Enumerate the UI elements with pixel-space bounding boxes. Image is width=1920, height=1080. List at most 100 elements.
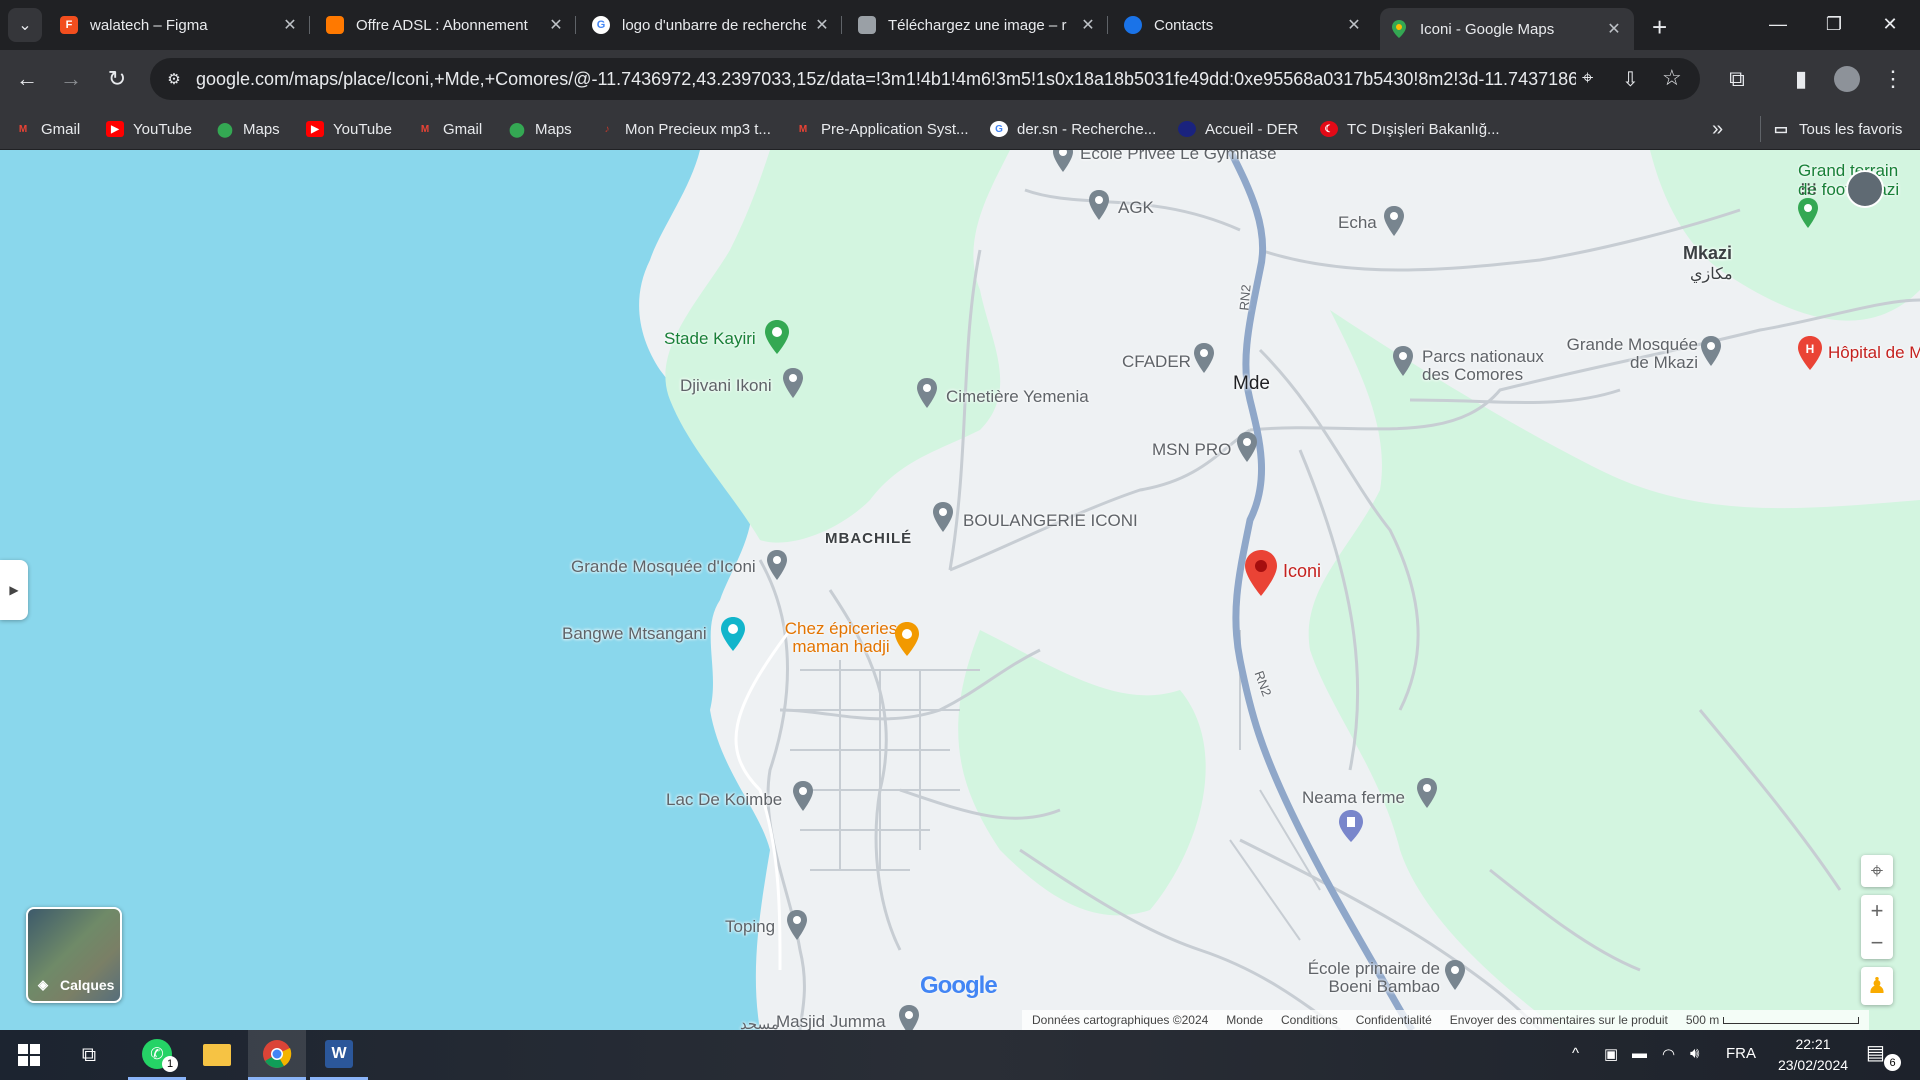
my-location-button[interactable]: ⌖ xyxy=(1861,855,1893,887)
place-label[interactable]: Masjid Jumma xyxy=(776,1012,886,1030)
bookmark-tc-disisleri[interactable]: ☾ TC Dışişleri Bakanlığ... xyxy=(1320,118,1500,140)
place-label[interactable]: Hôpital de M xyxy=(1828,343,1920,363)
start-button[interactable] xyxy=(0,1030,58,1080)
place-pin-icon[interactable] xyxy=(1236,432,1258,462)
place-label[interactable]: Parcs nationaux des Comores xyxy=(1422,348,1572,384)
place-label[interactable]: Echa xyxy=(1338,213,1377,233)
place-label[interactable]: Chez épiceries maman hadji xyxy=(776,620,906,656)
tab-contacts[interactable]: Contacts ✕ xyxy=(1114,8,1374,42)
bookmark-accueil-der[interactable]: Accueil - DER xyxy=(1178,118,1298,140)
privacy-link[interactable]: Confidentialité xyxy=(1356,1013,1432,1027)
place-label[interactable]: Neama ferme xyxy=(1302,788,1405,808)
place-label[interactable]: MSN PRO xyxy=(1152,440,1231,460)
new-tab-button[interactable]: + xyxy=(1652,12,1667,43)
file-explorer-button[interactable] xyxy=(188,1030,246,1080)
tab-google-maps[interactable]: Iconi - Google Maps ✕ xyxy=(1380,8,1634,50)
locality-label[interactable]: Mkazi xyxy=(1683,243,1732,264)
place-label[interactable]: AGK xyxy=(1118,198,1154,218)
all-bookmarks-button[interactable]: ▭ Tous les favoris xyxy=(1772,118,1902,140)
selected-location-pin-icon[interactable] xyxy=(1244,550,1278,596)
battery-icon[interactable]: ▬ xyxy=(1632,1045,1647,1062)
url-text[interactable]: google.com/maps/place/Iconi,+Mde,+Comore… xyxy=(196,69,1576,90)
bookmark-pre-application[interactable]: M Pre-Application Syst... xyxy=(794,118,969,140)
reload-button[interactable]: ↻ xyxy=(102,64,132,94)
close-icon[interactable]: ✕ xyxy=(1604,19,1624,39)
place-label[interactable]: Toping xyxy=(725,917,775,937)
world-link[interactable]: Monde xyxy=(1226,1013,1263,1027)
beach-pin-icon[interactable] xyxy=(720,617,746,651)
chrome-menu-button[interactable]: ⋮ xyxy=(1878,64,1908,94)
place-label[interactable]: Lac De Koimbe xyxy=(666,790,782,810)
museum-pin-icon[interactable] xyxy=(786,910,808,940)
close-icon[interactable]: ✕ xyxy=(1078,15,1098,35)
mosque-pin-icon[interactable] xyxy=(898,1005,920,1030)
close-icon[interactable]: ✕ xyxy=(546,15,566,35)
place-pin-icon[interactable] xyxy=(1416,778,1438,808)
place-label[interactable]: Grande Mosquée de Mkazi xyxy=(1556,336,1698,372)
stadium-pin-icon[interactable] xyxy=(1797,198,1819,228)
gas-station-pin-icon[interactable] xyxy=(1338,810,1364,842)
place-label[interactable]: Grande Mosquée d'Iconi xyxy=(571,557,756,577)
locality-label[interactable]: MBACHILÉ xyxy=(825,530,912,547)
forward-button[interactable]: → xyxy=(56,64,86,94)
language-indicator[interactable]: FRA xyxy=(1726,1045,1756,1062)
bookmark-der-search[interactable]: Gder.sn - Recherche... xyxy=(990,118,1156,140)
clock[interactable]: 22:21 23/02/2024 xyxy=(1768,1034,1858,1076)
location-pin-icon[interactable]: ⌖ xyxy=(1582,67,1593,90)
mosque-pin-icon[interactable] xyxy=(766,550,788,580)
apps-grid-icon[interactable]: ⁝⁝⁝ xyxy=(1800,180,1818,198)
feedback-link[interactable]: Envoyer des commentaires sur le produit xyxy=(1450,1013,1668,1027)
place-label[interactable]: Djivani Ikoni xyxy=(680,376,772,396)
place-label[interactable]: CFADER xyxy=(1122,352,1191,372)
bakery-pin-icon[interactable] xyxy=(932,502,954,532)
place-label[interactable]: École primaire de Boeni Bambao xyxy=(1300,960,1440,996)
word-taskbar-button[interactable]: W xyxy=(310,1030,368,1080)
bookmark-mp3[interactable]: ♪ Mon Precieux mp3 t... xyxy=(598,118,771,140)
profile-button[interactable] xyxy=(1832,64,1862,94)
locality-label[interactable]: Mde xyxy=(1233,373,1270,395)
zoom-out-button[interactable]: − xyxy=(1871,927,1884,959)
bookmark-gmail[interactable]: M Gmail xyxy=(14,118,80,140)
side-panel-button[interactable]: ▮ xyxy=(1786,64,1816,94)
place-pin-icon[interactable] xyxy=(782,368,804,398)
bookmark-star-icon[interactable]: ☆ xyxy=(1662,65,1682,91)
mosque-pin-icon[interactable] xyxy=(1700,336,1722,366)
bookmark-gmail[interactable]: M Gmail xyxy=(416,118,482,140)
close-window-button[interactable]: ✕ xyxy=(1868,6,1912,42)
chrome-taskbar-button[interactable] xyxy=(248,1030,306,1080)
restore-button[interactable]: ❐ xyxy=(1812,6,1856,42)
notification-center-button[interactable]: ▤ 6 xyxy=(1866,1040,1906,1071)
bookmark-maps[interactable]: ⬤ Maps xyxy=(508,118,572,140)
site-info-icon[interactable]: ⚙ xyxy=(162,67,186,91)
place-pin-icon[interactable] xyxy=(1383,206,1405,236)
place-label[interactable]: Ecole Privée Le Gymnase xyxy=(1080,150,1277,164)
whatsapp-taskbar-button[interactable]: ✆ 1 xyxy=(128,1030,186,1080)
tab-logo-search[interactable]: G logo d'unbarre de recherche ✕ xyxy=(582,8,842,42)
restaurant-pin-icon[interactable] xyxy=(894,622,920,656)
tab-offre-adsl[interactable]: Offre ADSL : Abonnement ✕ xyxy=(316,8,576,42)
stadium-pin-icon[interactable] xyxy=(763,320,791,354)
place-label[interactable]: Cimetière Yemenia xyxy=(946,387,1089,407)
park-pin-icon[interactable] xyxy=(1392,346,1414,376)
volume-icon[interactable]: 🔊︎ xyxy=(1690,1045,1699,1062)
map-canvas[interactable]: Ecole Privée Le Gymnase AGK Echa Mkazi م… xyxy=(0,150,1920,1030)
place-label[interactable]: BOULANGERIE ICONI xyxy=(963,511,1138,531)
tab-telechargez[interactable]: Téléchargez une image – r ✕ xyxy=(848,8,1108,42)
place-label[interactable]: Stade Kayiri xyxy=(664,329,756,349)
meet-now-icon[interactable]: ▣ xyxy=(1604,1045,1618,1063)
close-icon[interactable]: ✕ xyxy=(1344,15,1364,35)
close-icon[interactable]: ✕ xyxy=(812,15,832,35)
hospital-pin-icon[interactable]: H xyxy=(1797,336,1823,370)
layers-button[interactable]: ◈ Calques xyxy=(26,907,122,1003)
tab-figma[interactable]: F walatech – Figma ✕ xyxy=(50,8,310,42)
place-pin-icon[interactable] xyxy=(1193,343,1215,373)
close-icon[interactable]: ✕ xyxy=(280,15,300,35)
show-hidden-icons-button[interactable]: ^ xyxy=(1572,1045,1579,1062)
scale-bar[interactable]: 500 m xyxy=(1686,1013,1860,1027)
install-app-icon[interactable]: ⇩ xyxy=(1622,67,1639,92)
place-pin-icon[interactable] xyxy=(792,781,814,811)
more-bookmarks-button[interactable]: » xyxy=(1712,118,1723,140)
street-view-pegman-button[interactable]: ♟ xyxy=(1861,967,1893,1005)
bookmark-youtube[interactable]: ▶ YouTube xyxy=(106,118,192,140)
minimize-button[interactable]: — xyxy=(1756,6,1800,42)
